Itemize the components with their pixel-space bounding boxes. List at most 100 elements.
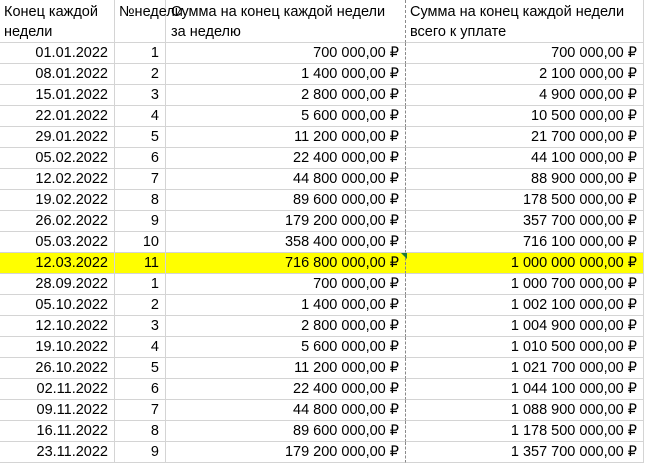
table-row: 01.01.2022 1 700 000,00 ₽700 000,00 ₽	[0, 43, 650, 64]
week-number-cell[interactable]: 4	[115, 106, 166, 127]
date-cell[interactable]: 09.11.2022	[0, 400, 115, 421]
week-number-cell[interactable]: 5	[115, 127, 166, 148]
total-due-cell[interactable]: 1 000 000 000,00 ₽	[406, 253, 644, 274]
total-due-cell[interactable]: 1 044 100 000,00 ₽	[406, 379, 644, 400]
total-due-cell[interactable]: 1 357 700 000,00 ₽	[406, 442, 644, 463]
total-due-cell[interactable]: 1 004 900 000,00 ₽	[406, 316, 644, 337]
week-number-cell[interactable]: 1	[115, 43, 166, 64]
table-row: 22.01.2022 4 5 600 000,00 ₽10 500 000,00 ₽	[0, 106, 650, 127]
week-number-cell[interactable]: 3	[115, 316, 166, 337]
weekly-sum-cell[interactable]: 2 800 000,00 ₽	[166, 316, 406, 337]
date-cell[interactable]: 05.02.2022	[0, 148, 115, 169]
weekly-sum-cell[interactable]: 179 200 000,00 ₽	[166, 211, 406, 232]
week-number-cell[interactable]: 2	[115, 295, 166, 316]
total-due-cell[interactable]: 1 010 500 000,00 ₽	[406, 337, 644, 358]
week-number-cell[interactable]: 5	[115, 358, 166, 379]
date-cell[interactable]: 26.10.2022	[0, 358, 115, 379]
weekly-sum-cell[interactable]: 358 400 000,00 ₽	[166, 232, 406, 253]
weekly-sum-cell[interactable]: 5 600 000,00 ₽	[166, 106, 406, 127]
week-number-cell[interactable]: 3	[115, 85, 166, 106]
header-row: Конец каждой недели №недели Сумма на кон…	[0, 0, 650, 43]
error-indicator-icon	[401, 253, 407, 259]
date-cell[interactable]: 15.01.2022	[0, 85, 115, 106]
header-cell-total-due[interactable]: Сумма на конец каждой недели всего к упл…	[406, 0, 644, 43]
total-due-cell[interactable]: 21 700 000,00 ₽	[406, 127, 644, 148]
header-cell-weekly-sum[interactable]: Сумма на конец каждой недели за неделю	[166, 0, 406, 43]
week-number-cell[interactable]: 8	[115, 190, 166, 211]
weekly-sum-cell[interactable]: 11 200 000,00 ₽	[166, 127, 406, 148]
weekly-sum-cell[interactable]: 1 400 000,00 ₽	[166, 64, 406, 85]
date-cell[interactable]: 12.03.2022	[0, 253, 115, 274]
weekly-sum-cell[interactable]: 700 000,00 ₽	[166, 43, 406, 64]
date-cell[interactable]: 28.09.2022	[0, 274, 115, 295]
week-number-cell[interactable]: 6	[115, 379, 166, 400]
date-cell[interactable]: 01.01.2022	[0, 43, 115, 64]
week-number-cell[interactable]: 9	[115, 211, 166, 232]
total-due-cell[interactable]: 716 100 000,00 ₽	[406, 232, 644, 253]
week-number-cell[interactable]: 7	[115, 169, 166, 190]
table-row: 05.10.2022 2 1 400 000,00 ₽1 002 100 000,0…	[0, 295, 650, 316]
total-due-cell[interactable]: 4 900 000,00 ₽	[406, 85, 644, 106]
total-due-cell[interactable]: 178 500 000,00 ₽	[406, 190, 644, 211]
date-cell[interactable]: 02.11.2022	[0, 379, 115, 400]
spreadsheet-grid: Конец каждой недели №недели Сумма на кон…	[0, 0, 650, 468]
table-row: 15.01.2022 3 2 800 000,00 ₽4 900 000,00 ₽	[0, 85, 650, 106]
week-number-cell[interactable]: 1	[115, 274, 166, 295]
weekly-sum-cell[interactable]: 179 200 000,00 ₽	[166, 442, 406, 463]
date-cell[interactable]: 23.11.2022	[0, 442, 115, 463]
total-due-cell[interactable]: 1 178 500 000,00 ₽	[406, 421, 644, 442]
week-number-cell[interactable]: 9	[115, 442, 166, 463]
weekly-sum-cell[interactable]: 44 800 000,00 ₽	[166, 169, 406, 190]
weekly-sum-cell[interactable]: 1 400 000,00 ₽	[166, 295, 406, 316]
weekly-sum-cell[interactable]: 89 600 000,00 ₽	[166, 421, 406, 442]
week-number-cell[interactable]: 2	[115, 64, 166, 85]
total-due-cell[interactable]: 10 500 000,00 ₽	[406, 106, 644, 127]
week-number-cell[interactable]: 11	[115, 253, 166, 274]
date-cell[interactable]: 12.02.2022	[0, 169, 115, 190]
table-row: 12.02.2022 7 44 800 000,00 ₽88 900 000,00 …	[0, 169, 650, 190]
weekly-sum-cell[interactable]: 2 800 000,00 ₽	[166, 85, 406, 106]
total-due-cell[interactable]: 88 900 000,00 ₽	[406, 169, 644, 190]
table-row: 26.02.2022 9 179 200 000,00 ₽357 700 000,0…	[0, 211, 650, 232]
table-row: 12.10.2022 3 2 800 000,00 ₽1 004 900 000,0…	[0, 316, 650, 337]
date-cell[interactable]: 05.03.2022	[0, 232, 115, 253]
weekly-sum-cell[interactable]: 89 600 000,00 ₽	[166, 190, 406, 211]
date-cell[interactable]: 12.10.2022	[0, 316, 115, 337]
weekly-sum-cell[interactable]: 700 000,00 ₽	[166, 274, 406, 295]
total-due-cell[interactable]: 1 088 900 000,00 ₽	[406, 400, 644, 421]
weekly-sum-cell[interactable]: 22 400 000,00 ₽	[166, 379, 406, 400]
date-cell[interactable]: 16.11.2022	[0, 421, 115, 442]
table-row: 26.10.2022 5 11 200 000,00 ₽1 021 700 000,…	[0, 358, 650, 379]
table-row: 16.11.2022 8 89 600 000,00 ₽1 178 500 000,…	[0, 421, 650, 442]
table-row: 19.10.2022 4 5 600 000,00 ₽1 010 500 000,0…	[0, 337, 650, 358]
total-due-cell[interactable]: 1 002 100 000,00 ₽	[406, 295, 644, 316]
total-due-cell[interactable]: 357 700 000,00 ₽	[406, 211, 644, 232]
week-number-cell[interactable]: 7	[115, 400, 166, 421]
header-cell-week-end[interactable]: Конец каждой недели	[0, 0, 115, 43]
weekly-sum-cell[interactable]: 716 800 000,00 ₽	[166, 253, 406, 274]
table-row: 09.11.2022 7 44 800 000,00 ₽1 088 900 000,…	[0, 400, 650, 421]
date-cell[interactable]: 26.02.2022	[0, 211, 115, 232]
week-number-cell[interactable]: 4	[115, 337, 166, 358]
date-cell[interactable]: 05.10.2022	[0, 295, 115, 316]
week-number-cell[interactable]: 8	[115, 421, 166, 442]
weekly-sum-cell[interactable]: 11 200 000,00 ₽	[166, 358, 406, 379]
week-number-cell[interactable]: 10	[115, 232, 166, 253]
weekly-sum-cell[interactable]: 44 800 000,00 ₽	[166, 400, 406, 421]
date-cell[interactable]: 19.02.2022	[0, 190, 115, 211]
date-cell[interactable]: 19.10.2022	[0, 337, 115, 358]
date-cell[interactable]: 29.01.2022	[0, 127, 115, 148]
table-row: 05.02.2022 6 22 400 000,00 ₽44 100 000,00 …	[0, 148, 650, 169]
weekly-sum-cell[interactable]: 5 600 000,00 ₽	[166, 337, 406, 358]
total-due-cell[interactable]: 2 100 000,00 ₽	[406, 64, 644, 85]
total-due-cell[interactable]: 1 021 700 000,00 ₽	[406, 358, 644, 379]
total-due-cell[interactable]: 44 100 000,00 ₽	[406, 148, 644, 169]
total-due-cell[interactable]: 1 000 700 000,00 ₽	[406, 274, 644, 295]
date-cell[interactable]: 08.01.2022	[0, 64, 115, 85]
weekly-sum-cell[interactable]: 22 400 000,00 ₽	[166, 148, 406, 169]
total-due-cell[interactable]: 700 000,00 ₽	[406, 43, 644, 64]
date-cell[interactable]: 22.01.2022	[0, 106, 115, 127]
week-number-cell[interactable]: 6	[115, 148, 166, 169]
header-cell-week-number[interactable]: №недели	[115, 0, 183, 43]
table-row: 08.01.2022 2 1 400 000,00 ₽2 100 000,00 ₽	[0, 64, 650, 85]
